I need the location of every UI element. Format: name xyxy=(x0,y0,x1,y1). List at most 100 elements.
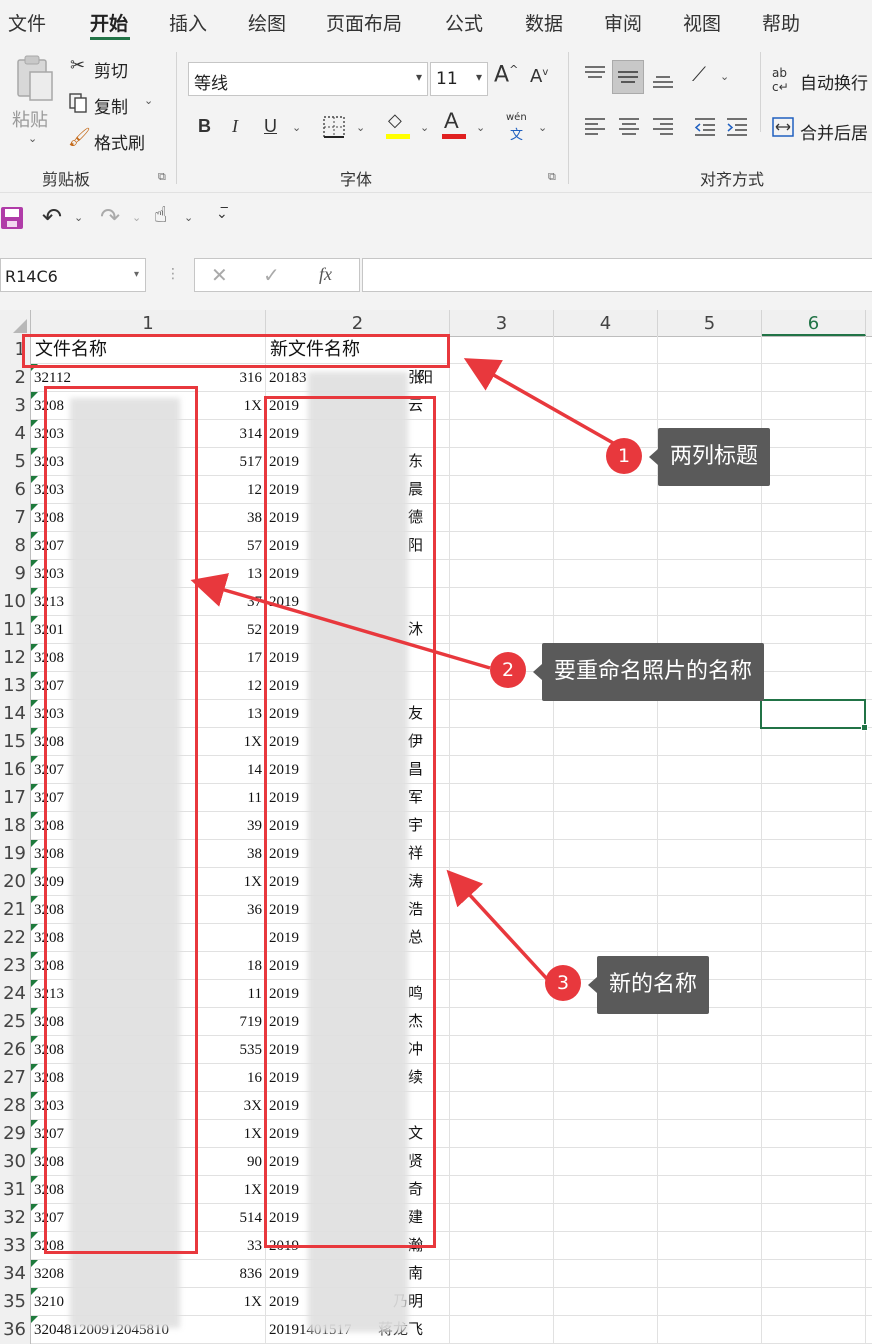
cell[interactable] xyxy=(762,1204,866,1232)
decrease-indent-icon[interactable] xyxy=(694,116,716,136)
cell[interactable] xyxy=(762,560,866,588)
number-as-text-indicator[interactable] xyxy=(31,616,38,623)
cancel-icon[interactable]: ✕ xyxy=(211,263,228,287)
cell[interactable] xyxy=(762,952,866,980)
number-as-text-indicator[interactable] xyxy=(31,476,38,483)
cell[interactable] xyxy=(762,840,866,868)
tab-page-layout[interactable]: 页面布局 xyxy=(326,9,402,36)
cell[interactable] xyxy=(658,392,762,420)
row-header[interactable]: 35 xyxy=(0,1288,31,1316)
row-header[interactable]: 8 xyxy=(0,532,31,560)
formula-bar-grip-icon[interactable]: ⋮ xyxy=(166,266,180,282)
cell[interactable] xyxy=(450,868,554,896)
row-header[interactable]: 20 xyxy=(0,868,31,896)
cell[interactable] xyxy=(554,1092,658,1120)
number-as-text-indicator[interactable] xyxy=(31,392,38,399)
cell[interactable] xyxy=(554,868,658,896)
font-size-combo[interactable]: 11 ▾ xyxy=(430,62,488,96)
row-header[interactable]: 10 xyxy=(0,588,31,616)
number-as-text-indicator[interactable] xyxy=(31,784,38,791)
cell[interactable] xyxy=(762,1148,866,1176)
cell[interactable] xyxy=(658,1232,762,1260)
cell[interactable] xyxy=(450,812,554,840)
cell[interactable] xyxy=(450,1120,554,1148)
cell[interactable] xyxy=(658,1288,762,1316)
row-header[interactable]: 31 xyxy=(0,1176,31,1204)
cell[interactable] xyxy=(762,588,866,616)
formula-input[interactable] xyxy=(362,258,872,292)
row-header[interactable]: 33 xyxy=(0,1232,31,1260)
cell[interactable] xyxy=(450,1064,554,1092)
cell[interactable] xyxy=(762,1064,866,1092)
redo-dropdown-icon[interactable]: ⌄ xyxy=(132,211,141,224)
number-as-text-indicator[interactable] xyxy=(31,448,38,455)
cell[interactable] xyxy=(762,1260,866,1288)
insert-function-button[interactable]: fx xyxy=(319,264,332,285)
clipboard-launcher-icon[interactable]: ⧉ xyxy=(158,170,166,184)
cell[interactable] xyxy=(450,924,554,952)
cell[interactable] xyxy=(658,924,762,952)
number-as-text-indicator[interactable] xyxy=(31,952,38,959)
row-header[interactable]: 23 xyxy=(0,952,31,980)
column-header-3[interactable]: 3 xyxy=(450,310,554,336)
cell[interactable] xyxy=(658,1204,762,1232)
cell[interactable] xyxy=(450,1316,554,1344)
row-header[interactable]: 4 xyxy=(0,420,31,448)
cell[interactable] xyxy=(554,588,658,616)
tab-view[interactable]: 视图 xyxy=(683,9,721,36)
align-bottom-icon[interactable] xyxy=(652,70,674,90)
phonetic-dropdown-icon[interactable]: ⌄ xyxy=(538,121,547,134)
cell[interactable] xyxy=(762,1008,866,1036)
cell[interactable] xyxy=(762,896,866,924)
cell[interactable] xyxy=(450,336,554,364)
row-header[interactable]: 17 xyxy=(0,784,31,812)
fill-color-button[interactable]: ◇ xyxy=(384,112,412,142)
customize-toolbar-icon[interactable]: ⌄̅ xyxy=(216,207,228,221)
phonetic-guide-button[interactable]: wén 文 xyxy=(504,112,532,143)
cell[interactable] xyxy=(450,1260,554,1288)
number-as-text-indicator[interactable] xyxy=(31,1260,38,1267)
wrap-text-button[interactable]: ab c↵ 自动换行 xyxy=(772,64,872,94)
cell[interactable] xyxy=(554,1316,658,1344)
increase-font-size-icon[interactable]: A^ xyxy=(494,64,518,86)
cell[interactable] xyxy=(658,1064,762,1092)
cell[interactable] xyxy=(658,1092,762,1120)
number-as-text-indicator[interactable] xyxy=(31,1176,38,1183)
row-header[interactable]: 14 xyxy=(0,700,31,728)
undo-dropdown-icon[interactable]: ⌄ xyxy=(74,211,83,224)
number-as-text-indicator[interactable] xyxy=(31,532,38,539)
fill-color-dropdown-icon[interactable]: ⌄ xyxy=(420,121,429,134)
cell[interactable] xyxy=(762,784,866,812)
tab-file[interactable]: 文件 xyxy=(8,9,46,36)
cell[interactable] xyxy=(658,616,762,644)
cell[interactable] xyxy=(762,504,866,532)
cell[interactable] xyxy=(450,392,554,420)
cell[interactable] xyxy=(658,812,762,840)
align-center-icon[interactable] xyxy=(618,116,640,136)
cell[interactable] xyxy=(450,532,554,560)
cell[interactable] xyxy=(762,476,866,504)
cell[interactable] xyxy=(450,364,554,392)
row-header[interactable]: 21 xyxy=(0,896,31,924)
cell[interactable] xyxy=(554,616,658,644)
number-as-text-indicator[interactable] xyxy=(31,1288,38,1295)
column-header-6[interactable]: 6 xyxy=(762,310,866,336)
cell[interactable] xyxy=(450,1036,554,1064)
paste-button[interactable]: 粘贴 ⌄ xyxy=(8,54,58,154)
row-header[interactable]: 2 xyxy=(0,364,31,392)
merge-center-button[interactable]: 合并后居 xyxy=(772,114,872,144)
cell[interactable] xyxy=(762,448,866,476)
cell[interactable] xyxy=(450,1204,554,1232)
italic-button[interactable]: I xyxy=(232,117,238,135)
cell[interactable] xyxy=(762,756,866,784)
number-as-text-indicator[interactable] xyxy=(31,812,38,819)
cell[interactable] xyxy=(450,420,554,448)
row-header[interactable]: 16 xyxy=(0,756,31,784)
cell[interactable] xyxy=(450,504,554,532)
number-as-text-indicator[interactable] xyxy=(31,672,38,679)
cell[interactable] xyxy=(762,1176,866,1204)
row-header[interactable]: 26 xyxy=(0,1036,31,1064)
cell[interactable] xyxy=(762,1232,866,1260)
underline-button[interactable]: U xyxy=(264,117,277,135)
row-header[interactable]: 34 xyxy=(0,1260,31,1288)
